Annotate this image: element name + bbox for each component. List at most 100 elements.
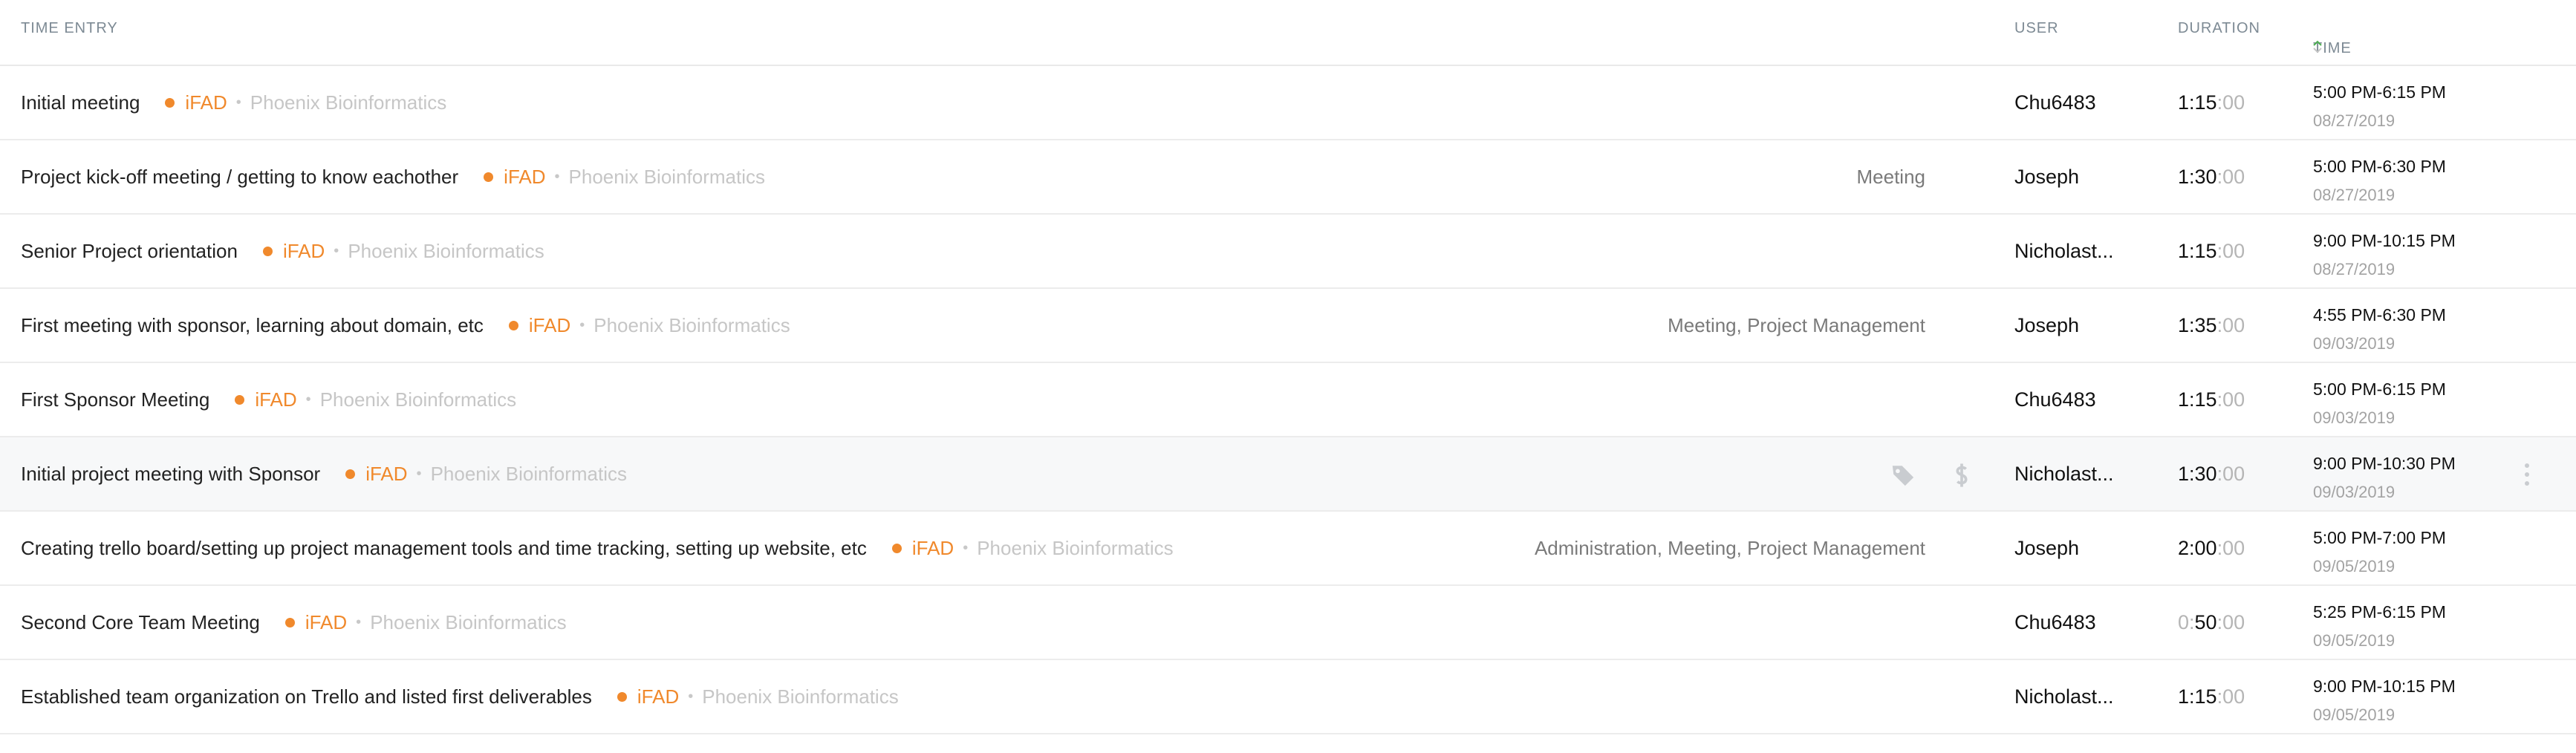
entry-time-range: 5:00 PM-7:00 PM bbox=[2313, 528, 2446, 547]
project-client-separator: • bbox=[416, 465, 422, 482]
client-name: Phoenix Bioinformatics bbox=[250, 91, 447, 114]
project-name[interactable]: iFAD bbox=[283, 240, 325, 263]
table-header: TIME ENTRY USER DURATION TIME bbox=[0, 0, 2576, 66]
entry-description[interactable]: Initial project meeting with Sponsor bbox=[21, 463, 320, 486]
entry-duration[interactable]: 1:30:00 bbox=[2178, 437, 2245, 510]
duration-seconds: :00 bbox=[2216, 536, 2245, 559]
client-name: Phoenix Bioinformatics bbox=[430, 462, 628, 485]
duration-prefix: 0: bbox=[2178, 610, 2195, 633]
entry-description-cell: Project kick-off meeting / getting to kn… bbox=[21, 140, 765, 213]
client-name: Phoenix Bioinformatics bbox=[593, 313, 790, 336]
client-name: Phoenix Bioinformatics bbox=[977, 536, 1174, 559]
project-color-dot bbox=[262, 246, 273, 256]
entry-description[interactable]: Initial meeting bbox=[21, 91, 140, 114]
entry-date: 09/03/2019 bbox=[2313, 483, 2396, 501]
entry-time[interactable]: 5:00 PM-6:15 PM 08/27/2019 bbox=[2313, 82, 2446, 131]
entry-duration[interactable]: 0: 50:00 bbox=[2178, 586, 2245, 659]
tag-icon[interactable] bbox=[1890, 463, 1916, 492]
entry-time[interactable]: 4:55 PM-6:30 PM 09/03/2019 bbox=[2313, 305, 2446, 353]
entry-date: 09/05/2019 bbox=[2313, 705, 2396, 724]
duration-main: 1:15 bbox=[2178, 388, 2217, 411]
duration-seconds: :00 bbox=[2216, 165, 2245, 188]
project-name[interactable]: iFAD bbox=[255, 388, 296, 411]
project-name[interactable]: iFAD bbox=[185, 91, 227, 114]
project-color-dot bbox=[235, 394, 245, 405]
project-name[interactable]: iFAD bbox=[529, 314, 570, 337]
entry-description-cell: First meeting with sponsor, learning abo… bbox=[21, 289, 790, 362]
entry-description[interactable]: First Sponsor Meeting bbox=[21, 388, 209, 411]
entry-user: Nicholast... bbox=[2014, 462, 2114, 485]
entry-description[interactable]: First meeting with sponsor, learning abo… bbox=[21, 314, 484, 337]
table-row[interactable]: Established team organization on Trello … bbox=[0, 660, 2576, 734]
entry-date: 08/27/2019 bbox=[2313, 260, 2396, 278]
entry-tags[interactable]: Meeting bbox=[1857, 140, 1926, 213]
entry-time[interactable]: 9:00 PM-10:15 PM 09/05/2019 bbox=[2313, 677, 2456, 725]
entry-time[interactable]: 5:25 PM-6:15 PM 09/05/2019 bbox=[2313, 602, 2446, 651]
entry-description[interactable]: Project kick-off meeting / getting to kn… bbox=[21, 166, 458, 189]
entry-user: Chu6483 bbox=[2014, 610, 2096, 633]
project-color-dot bbox=[165, 97, 175, 108]
entry-time[interactable]: 9:00 PM-10:30 PM 09/03/2019 bbox=[2313, 454, 2456, 502]
entry-time-range: 4:55 PM-6:30 PM bbox=[2313, 305, 2446, 325]
entry-duration[interactable]: 1:15:00 bbox=[2178, 363, 2245, 436]
entry-tags[interactable]: Administration, Meeting, Project Managem… bbox=[1535, 512, 1925, 584]
table-row[interactable]: Project kick-off meeting / getting to kn… bbox=[0, 140, 2576, 215]
entry-time[interactable]: 5:00 PM-7:00 PM 09/05/2019 bbox=[2313, 528, 2446, 576]
entry-duration[interactable]: 1:15:00 bbox=[2178, 66, 2245, 139]
entry-user: Chu6483 bbox=[2014, 91, 2096, 114]
duration-seconds: :00 bbox=[2216, 313, 2245, 336]
entry-description[interactable]: Second Core Team Meeting bbox=[21, 611, 260, 634]
entry-duration[interactable]: 1:15:00 bbox=[2178, 215, 2245, 287]
duration-seconds: :00 bbox=[2216, 388, 2245, 411]
time-entries-table: TIME ENTRY USER DURATION TIME Initial me… bbox=[0, 0, 2576, 734]
vertical-dots-icon[interactable] bbox=[2524, 463, 2530, 490]
table-row[interactable]: Initial meeting iFAD • Phoenix Bioinform… bbox=[0, 66, 2576, 140]
column-header-duration[interactable]: DURATION bbox=[2178, 20, 2260, 37]
entry-time-range: 5:25 PM-6:15 PM bbox=[2313, 602, 2446, 622]
entry-time[interactable]: 9:00 PM-10:15 PM 08/27/2019 bbox=[2313, 231, 2456, 279]
project-client-separator: • bbox=[688, 688, 694, 705]
table-row[interactable]: Senior Project orientation iFAD • Phoeni… bbox=[0, 215, 2576, 289]
table-row[interactable]: Second Core Team Meeting iFAD • Phoenix … bbox=[0, 586, 2576, 660]
column-header-user[interactable]: USER bbox=[2014, 20, 2059, 37]
entry-time-range: 5:00 PM-6:15 PM bbox=[2313, 379, 2446, 399]
entry-user: Joseph bbox=[2014, 536, 2080, 559]
project-client-separator: • bbox=[235, 94, 241, 111]
entry-description[interactable]: Creating trello board/setting up project… bbox=[21, 537, 867, 560]
project-name[interactable]: iFAD bbox=[637, 685, 679, 708]
entry-time[interactable]: 5:00 PM-6:15 PM 09/03/2019 bbox=[2313, 379, 2446, 428]
entry-duration[interactable]: 1:30:00 bbox=[2178, 140, 2245, 213]
table-row[interactable]: Creating trello board/setting up project… bbox=[0, 512, 2576, 586]
entry-duration[interactable]: 2:00:00 bbox=[2178, 512, 2245, 584]
entry-description[interactable]: Senior Project orientation bbox=[21, 240, 238, 263]
sort-arrows-icon[interactable] bbox=[2313, 40, 2322, 53]
table-row[interactable]: First Sponsor Meeting iFAD • Phoenix Bio… bbox=[0, 363, 2576, 437]
project-name[interactable]: iFAD bbox=[504, 166, 545, 189]
project-name[interactable]: iFAD bbox=[305, 611, 347, 634]
project-client-separator: • bbox=[334, 242, 339, 259]
entry-tags[interactable]: Meeting, Project Management bbox=[1668, 289, 1925, 362]
entry-date: 08/27/2019 bbox=[2313, 111, 2396, 130]
entry-description-cell: First Sponsor Meeting iFAD • Phoenix Bio… bbox=[21, 363, 516, 436]
client-name: Phoenix Bioinformatics bbox=[348, 239, 544, 262]
table-row[interactable]: Initial project meeting with Sponsor iFA… bbox=[0, 437, 2576, 512]
project-name[interactable]: iFAD bbox=[365, 463, 407, 486]
entry-date: 09/03/2019 bbox=[2313, 334, 2396, 353]
project-client-separator: • bbox=[356, 613, 362, 630]
entry-duration[interactable]: 1:15:00 bbox=[2178, 660, 2245, 733]
entry-date: 09/03/2019 bbox=[2313, 408, 2396, 427]
entry-description[interactable]: Established team organization on Trello … bbox=[21, 685, 592, 708]
table-row[interactable]: First meeting with sponsor, learning abo… bbox=[0, 289, 2576, 363]
entry-time-range: 9:00 PM-10:30 PM bbox=[2313, 454, 2456, 473]
dollar-icon[interactable] bbox=[1951, 463, 1973, 492]
entry-description-cell: Senior Project orientation iFAD • Phoeni… bbox=[21, 215, 544, 287]
project-color-dot bbox=[484, 172, 494, 182]
entry-time[interactable]: 5:00 PM-6:30 PM 08/27/2019 bbox=[2313, 157, 2446, 205]
entry-description-cell: Initial project meeting with Sponsor iFA… bbox=[21, 437, 627, 510]
entry-duration[interactable]: 1:35:00 bbox=[2178, 289, 2245, 362]
project-client-separator: • bbox=[963, 539, 969, 556]
entry-user: Joseph bbox=[2014, 313, 2080, 336]
project-name[interactable]: iFAD bbox=[912, 537, 954, 560]
client-name: Phoenix Bioinformatics bbox=[702, 685, 899, 708]
project-color-dot bbox=[617, 691, 627, 702]
